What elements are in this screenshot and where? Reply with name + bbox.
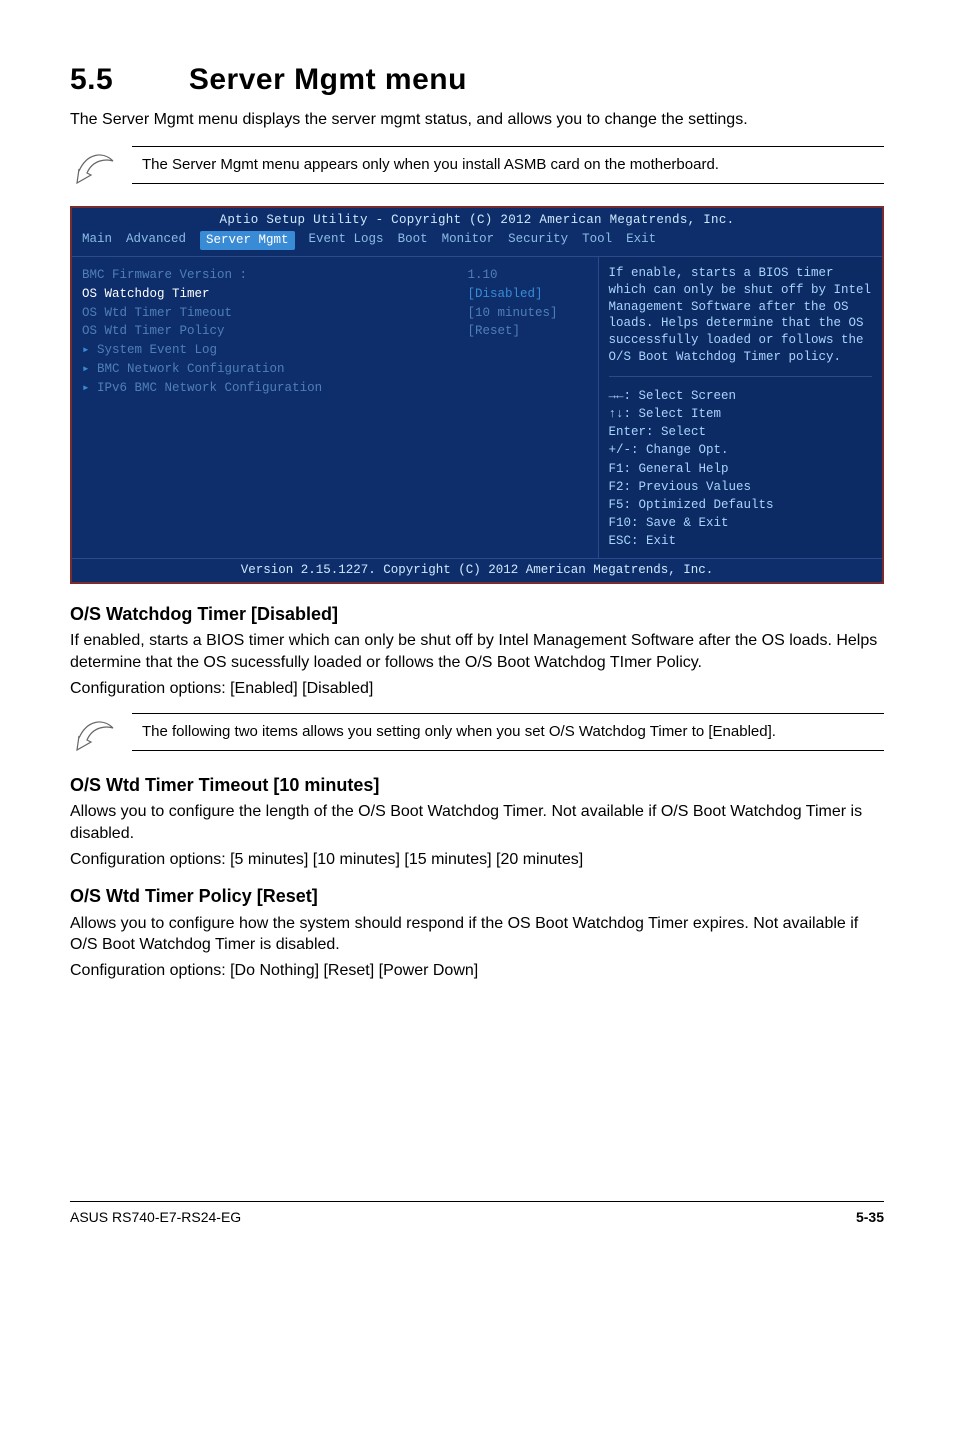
bios-row-value: [10 minutes]	[468, 305, 588, 322]
bios-row: BMC Firmware Version :1.10	[82, 267, 588, 284]
bios-right-pane: If enable, starts a BIOS timer which can…	[599, 257, 883, 558]
bios-row-value	[468, 380, 588, 397]
bios-key-hint: F1: General Help	[609, 460, 873, 478]
bios-menu-exit: Exit	[626, 231, 656, 250]
note-text-1: The Server Mgmt menu appears only when y…	[132, 146, 884, 184]
bios-row: OS Wtd Timer Policy[Reset]	[82, 323, 588, 340]
bios-key-hint: ↑↓: Select Item	[609, 405, 873, 423]
bios-key-hint: F10: Save & Exit	[609, 514, 873, 532]
option2-body: Allows you to configure the length of th…	[70, 801, 884, 844]
bios-row-label: OS Wtd Timer Timeout	[82, 305, 468, 322]
bios-row: OS Wtd Timer Timeout[10 minutes]	[82, 305, 588, 322]
bios-row: OS Watchdog Timer[Disabled]	[82, 286, 588, 303]
bios-row-label: IPv6 BMC Network Configuration	[82, 380, 468, 397]
bios-menu-tool: Tool	[582, 231, 612, 250]
bios-key-hint: →←: Select Screen	[609, 387, 873, 405]
section-number: 5.5	[70, 60, 180, 101]
note-icon	[70, 144, 124, 186]
intro-paragraph: The Server Mgmt menu displays the server…	[70, 109, 884, 131]
option3-title: O/S Wtd Timer Policy [Reset]	[70, 884, 884, 908]
bios-menu-server-mgmt: Server Mgmt	[200, 231, 295, 250]
footer-right: 5-35	[856, 1208, 884, 1227]
section-heading: 5.5 Server Mgmt menu	[70, 60, 884, 101]
bios-menu-main: Main	[82, 231, 112, 250]
bios-key-hint: Enter: Select	[609, 423, 873, 441]
option1-title: O/S Watchdog Timer [Disabled]	[70, 602, 884, 626]
bios-row-value: [Reset]	[468, 323, 588, 340]
bios-row-value	[468, 342, 588, 359]
option3-config: Configuration options: [Do Nothing] [Res…	[70, 960, 884, 982]
note-icon	[70, 711, 124, 753]
note-block-1: The Server Mgmt menu appears only when y…	[70, 144, 884, 186]
bios-key-hint: F5: Optimized Defaults	[609, 496, 873, 514]
bios-footer: Version 2.15.1227. Copyright (C) 2012 Am…	[72, 558, 882, 582]
note-block-2: The following two items allows you setti…	[70, 711, 884, 753]
bios-title-bar: Aptio Setup Utility - Copyright (C) 2012…	[72, 208, 882, 231]
bios-menu-boot: Boot	[398, 231, 428, 250]
bios-key-hint: F2: Previous Values	[609, 478, 873, 496]
note-text-2: The following two items allows you setti…	[132, 713, 884, 751]
option1-config: Configuration options: [Enabled] [Disabl…	[70, 678, 884, 700]
bios-row: BMC Network Configuration	[82, 361, 588, 378]
option1-body: If enabled, starts a BIOS timer which ca…	[70, 630, 884, 673]
section-title-text: Server Mgmt menu	[189, 63, 467, 96]
bios-row-value: 1.10	[468, 267, 588, 284]
option2-title: O/S Wtd Timer Timeout [10 minutes]	[70, 773, 884, 797]
footer-left: ASUS RS740-E7-RS24-EG	[70, 1208, 241, 1227]
bios-row-label: OS Watchdog Timer	[82, 286, 468, 303]
bios-menu-advanced: Advanced	[126, 231, 186, 250]
page-footer: ASUS RS740-E7-RS24-EG 5-35	[70, 1201, 884, 1227]
bios-menubar: Main Advanced Server Mgmt Event Logs Boot Mon…	[72, 231, 882, 256]
bios-menu-event-logs: Event Logs	[309, 231, 384, 250]
bios-row-label: BMC Network Configuration	[82, 361, 468, 378]
bios-row: System Event Log	[82, 342, 588, 359]
bios-key-hint: ESC: Exit	[609, 532, 873, 550]
bios-row-label: System Event Log	[82, 342, 468, 359]
option2-config: Configuration options: [5 minutes] [10 m…	[70, 849, 884, 871]
bios-row: IPv6 BMC Network Configuration	[82, 380, 588, 397]
bios-screenshot: Aptio Setup Utility - Copyright (C) 2012…	[70, 206, 884, 584]
bios-row-value: [Disabled]	[468, 286, 588, 303]
bios-key-hints: →←: Select Screen↑↓: Select ItemEnter: S…	[609, 387, 873, 550]
bios-left-pane: BMC Firmware Version :1.10OS Watchdog Ti…	[72, 257, 599, 558]
bios-row-value	[468, 361, 588, 378]
bios-row-label: BMC Firmware Version :	[82, 267, 468, 284]
bios-menu-monitor: Monitor	[442, 231, 495, 250]
bios-key-hint: +/-: Change Opt.	[609, 441, 873, 459]
bios-row-label: OS Wtd Timer Policy	[82, 323, 468, 340]
option3-body: Allows you to configure how the system s…	[70, 913, 884, 956]
bios-menu-security: Security	[508, 231, 568, 250]
bios-help-text: If enable, starts a BIOS timer which can…	[609, 265, 873, 366]
